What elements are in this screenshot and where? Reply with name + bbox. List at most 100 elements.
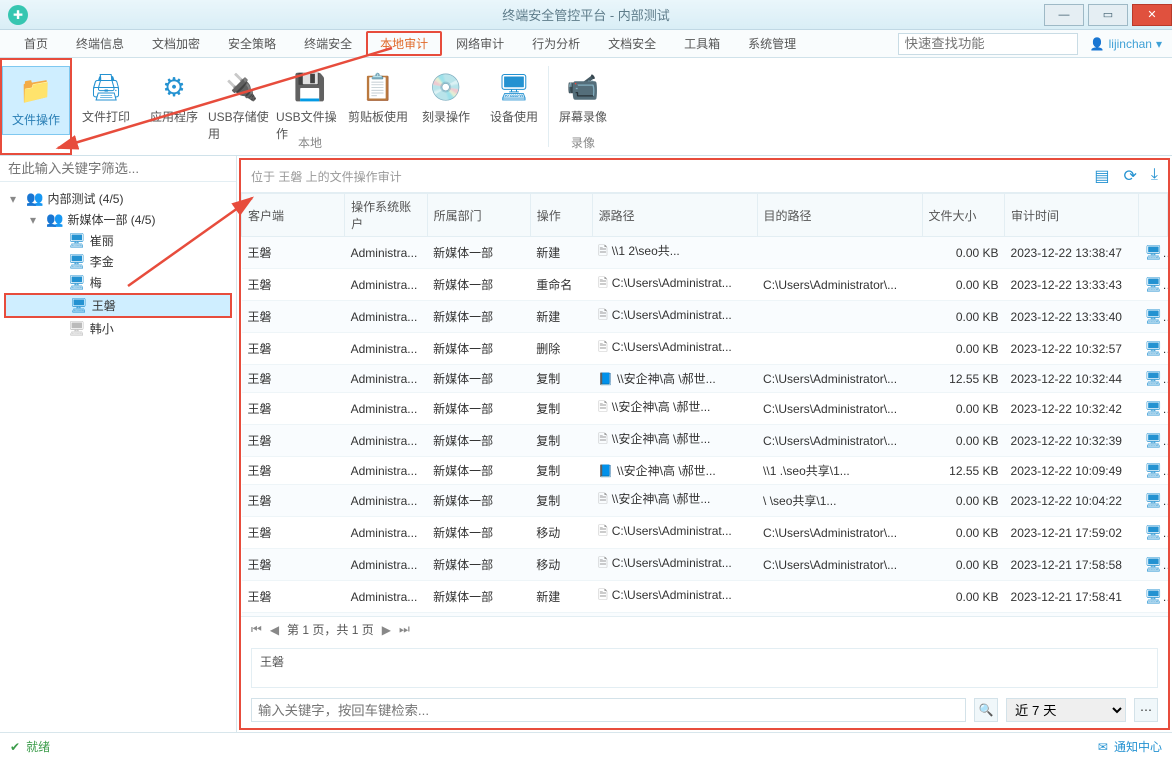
keyword-input[interactable] bbox=[251, 698, 966, 722]
menu-item-7[interactable]: 行为分析 bbox=[518, 31, 594, 56]
monitor-icon[interactable]: 🖥 bbox=[1145, 340, 1168, 356]
pager-next[interactable]: ▶ bbox=[382, 623, 391, 637]
monitor-icon[interactable]: 🖥 bbox=[1145, 524, 1168, 540]
monitor-icon[interactable]: 🖥 bbox=[1145, 244, 1168, 260]
monitor-icon[interactable]: 🖥 bbox=[1145, 492, 1168, 508]
ribbon-icon: 💾 bbox=[293, 70, 327, 104]
app-icon: ✚ bbox=[8, 5, 28, 25]
user-menu[interactable]: 👤lijinchan▾ bbox=[1090, 37, 1162, 51]
table-row[interactable]: 王磐Administra...新媒体一部新建🗎C:\Users\Administ… bbox=[242, 581, 1168, 613]
col-header[interactable]: 文件大小 bbox=[922, 194, 1004, 237]
table-row[interactable]: 王磐Administra...新媒体一部移动🗎C:\Users\Administ… bbox=[242, 549, 1168, 581]
sidebar-search[interactable] bbox=[0, 156, 236, 182]
table-row[interactable]: 王磐Administra...新媒体一部复制🗎\\安企神\高 \郝世...C:\… bbox=[242, 425, 1168, 457]
ribbon-屏幕录像[interactable]: 📹屏幕录像 bbox=[549, 64, 617, 131]
table-row[interactable]: 王磐Administra...新媒体一部新建🗎C:\Users\Administ… bbox=[242, 301, 1168, 333]
close-button[interactable]: ✕ bbox=[1132, 4, 1172, 26]
ribbon-icon: 💿 bbox=[429, 70, 463, 104]
table-row[interactable]: 王磐Administra...新媒体一部删除🗎C:\Users\Administ… bbox=[242, 333, 1168, 365]
search-button[interactable]: 🔍 bbox=[974, 698, 998, 722]
col-header[interactable]: 源路径 bbox=[592, 194, 757, 237]
menu-item-9[interactable]: 工具箱 bbox=[670, 31, 734, 56]
table-row[interactable]: 王磐Administra...新媒体一部重命名🗎C:\Users\Adminis… bbox=[242, 269, 1168, 301]
monitor-icon[interactable]: 🖥 bbox=[1145, 462, 1168, 478]
col-header[interactable]: 操作系统账户 bbox=[345, 194, 427, 237]
monitor-icon[interactable]: 🖥 bbox=[1145, 370, 1168, 386]
col-header[interactable]: 客户端 bbox=[242, 194, 345, 237]
notification-center[interactable]: ✉ 通知中心 bbox=[1098, 738, 1162, 755]
table-row[interactable]: 王磐Administra...新媒体一部复制🗎\\安企神\高 \郝世...C:\… bbox=[242, 393, 1168, 425]
filter-button[interactable]: ⋯ bbox=[1134, 698, 1158, 722]
ribbon-group-record: 📹屏幕录像 录像 bbox=[549, 58, 617, 155]
status-bar: ✔ 就绪 ✉ 通知中心 bbox=[0, 732, 1172, 760]
ribbon-icon: 🖥 bbox=[497, 70, 531, 104]
menu-item-2[interactable]: 文档加密 bbox=[138, 31, 214, 56]
columns-icon[interactable]: ▤ bbox=[1094, 166, 1109, 186]
pager-text: 第 1 页，共 1 页 bbox=[287, 621, 374, 638]
ribbon: 📁文件操作 🖨文件打印⚙应用程序🔌USB存储使用💾USB文件操作📋剪贴板使用💿刻… bbox=[0, 58, 1172, 156]
window-title: 终端安全管控平台 - 内部测试 bbox=[502, 5, 670, 24]
minimize-button[interactable]: — bbox=[1044, 4, 1084, 26]
status-text: 就绪 bbox=[26, 738, 50, 755]
monitor-icon[interactable]: 🖥 bbox=[1145, 308, 1168, 324]
tree-item[interactable]: 🖥崔丽 bbox=[4, 230, 232, 251]
panel-title: 位于 王磐 上的文件操作审计 bbox=[251, 168, 402, 185]
ribbon-group-local: 🖨文件打印⚙应用程序🔌USB存储使用💾USB文件操作📋剪贴板使用💿刻录操作🖥设备… bbox=[72, 58, 548, 155]
tree-item[interactable]: 🖥 梅 bbox=[4, 272, 232, 293]
monitor-icon[interactable]: 🖥 bbox=[1145, 432, 1168, 448]
global-search-input[interactable] bbox=[898, 33, 1078, 55]
col-header[interactable]: 所属部门 bbox=[427, 194, 530, 237]
tree: ▾👥内部测试 (4/5)▾👥新媒体一部 (4/5)🖥崔丽🖥李金🖥 梅🖥王磐🖥韩小 bbox=[0, 182, 236, 345]
monitor-icon[interactable]: 🖥 bbox=[1145, 556, 1168, 572]
col-header[interactable]: 目的路径 bbox=[757, 194, 922, 237]
tree-item[interactable]: ▾👥内部测试 (4/5) bbox=[4, 188, 232, 209]
menu-item-8[interactable]: 文档安全 bbox=[594, 31, 670, 56]
sidebar-search-input[interactable] bbox=[0, 156, 236, 181]
table-row[interactable]: 王磐Administra...新媒体一部复制🗎\\安企神\高 \郝世...\ \… bbox=[242, 485, 1168, 517]
ribbon-group-label-local: 本地 bbox=[72, 134, 548, 151]
ribbon-icon: ⚙ bbox=[157, 70, 191, 104]
monitor-icon[interactable]: 🖥 bbox=[1145, 400, 1168, 416]
sidebar: ▾👥内部测试 (4/5)▾👥新媒体一部 (4/5)🖥崔丽🖥李金🖥 梅🖥王磐🖥韩小 bbox=[0, 156, 237, 732]
menu-item-4[interactable]: 终端安全 bbox=[290, 31, 366, 56]
col-header[interactable]: 审计时间 bbox=[1005, 194, 1139, 237]
notify-text: 通知中心 bbox=[1114, 738, 1162, 755]
table-row[interactable]: 王磐Administra...新媒体一部移动🗎C:\Users\Administ… bbox=[242, 517, 1168, 549]
pager-last[interactable]: ⏭ bbox=[399, 622, 410, 637]
table-row[interactable]: 王磐Administra...新媒体一部新建🗎\\1 2\seo共...0.00… bbox=[242, 237, 1168, 269]
tree-item[interactable]: 🖥李金 bbox=[4, 251, 232, 272]
menu-item-6[interactable]: 网络审计 bbox=[442, 31, 518, 56]
menu-item-10[interactable]: 系统管理 bbox=[734, 31, 810, 56]
title-bar: ✚ 终端安全管控平台 - 内部测试 — ▭ ✕ bbox=[0, 0, 1172, 30]
ribbon-icon: 📁 bbox=[19, 73, 53, 107]
ribbon-icon: 📋 bbox=[361, 70, 395, 104]
menu-bar: 首页终端信息文档加密安全策略终端安全本地审计网络审计行为分析文档安全工具箱系统管… bbox=[0, 30, 1172, 58]
menu-item-1[interactable]: 终端信息 bbox=[62, 31, 138, 56]
grid: 客户端操作系统账户所属部门操作源路径目的路径文件大小审计时间 王磐Adminis… bbox=[241, 193, 1168, 617]
tree-item[interactable]: 🖥王磐 bbox=[4, 293, 232, 318]
menu-item-5[interactable]: 本地审计 bbox=[366, 31, 442, 56]
detail-box: 王磐 bbox=[251, 648, 1158, 688]
table-row[interactable]: 王磐Administra...新媒体一部复制📘\\安企神\高 \郝世...C:\… bbox=[242, 365, 1168, 393]
ribbon-group-local-first: 📁文件操作 bbox=[0, 58, 72, 155]
maximize-button[interactable]: ▭ bbox=[1088, 4, 1128, 26]
monitor-icon[interactable]: 🖥 bbox=[1145, 588, 1168, 604]
ribbon-group-label-record: 录像 bbox=[549, 134, 617, 151]
pager-first[interactable]: ⏮ bbox=[251, 622, 262, 637]
monitor-icon[interactable]: 🖥 bbox=[1145, 276, 1168, 292]
ribbon-文件操作[interactable]: 📁文件操作 bbox=[2, 66, 70, 135]
refresh-icon[interactable]: ⟳ bbox=[1124, 166, 1137, 186]
time-range-select[interactable]: 近 7 天 bbox=[1006, 698, 1126, 722]
export-icon[interactable]: ⤓ bbox=[1151, 166, 1158, 186]
col-header[interactable] bbox=[1139, 194, 1168, 237]
ribbon-icon: 🖨 bbox=[89, 70, 123, 104]
detail-name: 王磐 bbox=[260, 655, 284, 669]
col-header[interactable]: 操作 bbox=[530, 194, 592, 237]
pager-prev[interactable]: ◀ bbox=[270, 623, 279, 637]
menu-item-0[interactable]: 首页 bbox=[10, 31, 62, 56]
tree-item[interactable]: 🖥韩小 bbox=[4, 318, 232, 339]
status-check-icon: ✔ bbox=[10, 740, 20, 754]
table-row[interactable]: 王磐Administra...新媒体一部复制📘\\安企神\高 \郝世...\\1… bbox=[242, 457, 1168, 485]
menu-item-3[interactable]: 安全策略 bbox=[214, 31, 290, 56]
tree-item[interactable]: ▾👥新媒体一部 (4/5) bbox=[4, 209, 232, 230]
